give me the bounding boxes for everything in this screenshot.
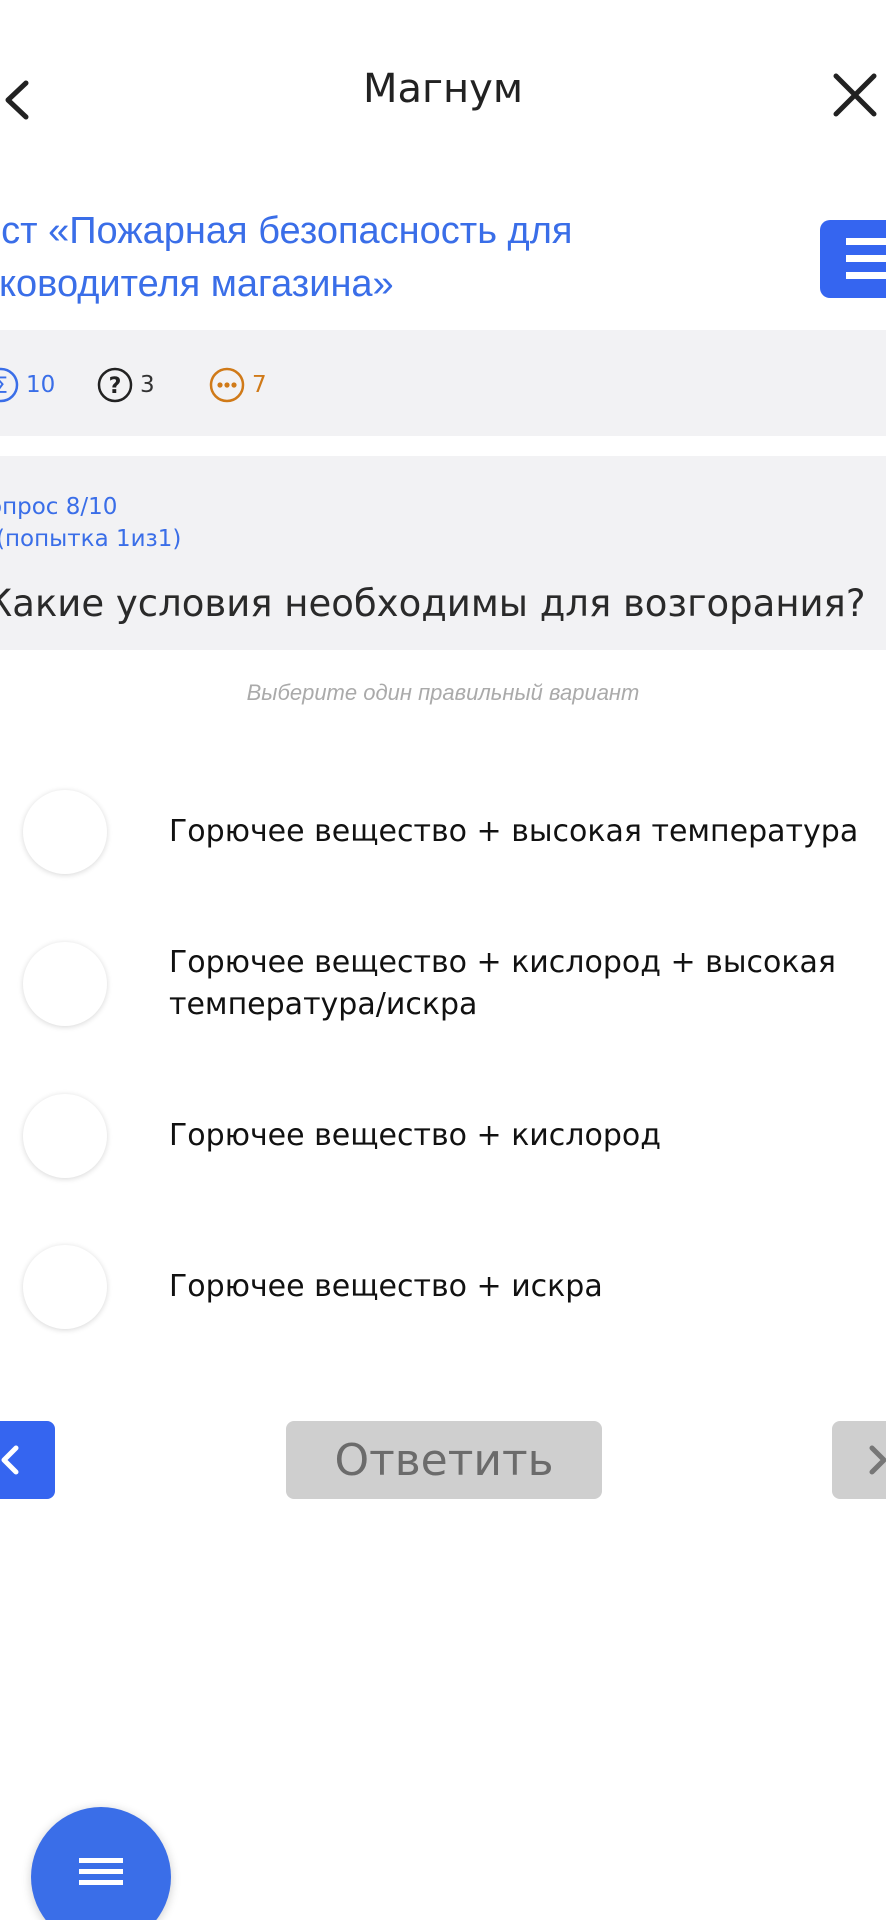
radio-button[interactable] [23, 1094, 107, 1178]
stat-unanswered: ? 3 [96, 366, 155, 404]
course-title: ест «Пожарная безопасность для уководите… [0, 205, 690, 311]
answer-option-2[interactable]: Горючее вещество + кислород + высокая те… [0, 942, 886, 1026]
svg-text:Σ: Σ [0, 374, 8, 399]
ellipsis-circle-icon [209, 367, 245, 403]
radio-button[interactable] [23, 942, 107, 1026]
stat-unanswered-value: 3 [140, 372, 155, 398]
app-screen: Магнум ест «Пожарная безопасность для ук… [0, 0, 886, 1920]
previous-question-button[interactable] [0, 1421, 55, 1499]
answer-option-4[interactable]: Горючее вещество + искра [0, 1245, 886, 1329]
course-title-line-1: ест «Пожарная безопасность для [0, 210, 573, 252]
floating-menu-button[interactable] [31, 1807, 171, 1920]
radio-button[interactable] [23, 790, 107, 874]
answer-option-label: Горючее вещество + искра [169, 1269, 603, 1304]
question-text: Какие условия необходимы для возгорания? [0, 582, 866, 625]
answer-option-label: Горючее вещество + высокая температура [169, 814, 859, 849]
close-button[interactable] [830, 70, 880, 120]
stat-remaining: 7 [208, 366, 267, 404]
chevron-right-icon [869, 1445, 886, 1475]
stat-total: Σ 10 [0, 366, 55, 404]
svg-text:?: ? [109, 374, 122, 399]
radio-button[interactable] [23, 1245, 107, 1329]
stats-bar: Σ 10 ? 3 7 [0, 330, 886, 436]
stat-remaining-value: 7 [252, 372, 267, 398]
close-icon [833, 73, 877, 117]
hamburger-icon [79, 1858, 123, 1885]
course-title-line-2: уководителя магазина» [0, 263, 394, 305]
question-number: опрос 8/10 [0, 494, 118, 520]
chevron-left-icon [1, 1445, 19, 1475]
next-question-button[interactable] [832, 1421, 886, 1499]
answer-option-label: Горючее вещество + кислород + высокая те… [169, 945, 836, 1022]
answer-button[interactable]: Ответить [286, 1421, 602, 1499]
stat-total-value: 10 [26, 372, 56, 398]
question-circle-icon: ? [97, 367, 133, 403]
hamburger-icon [846, 238, 886, 279]
answer-option-3[interactable]: Горючее вещество + кислород [0, 1094, 886, 1178]
question-attempt: (попытка 1из1) [0, 526, 182, 552]
course-menu-button[interactable] [820, 220, 886, 298]
answer-option-label: Горючее вещество + кислород [169, 1118, 661, 1153]
answer-option-1[interactable]: Горючее вещество + высокая температура [0, 790, 886, 874]
app-title: Магнум [362, 66, 524, 112]
question-block: опрос 8/10 (попытка 1из1) Какие условия … [0, 456, 886, 650]
sigma-icon: Σ [0, 367, 19, 403]
answer-hint: Выберите один правильный вариант [246, 680, 640, 705]
